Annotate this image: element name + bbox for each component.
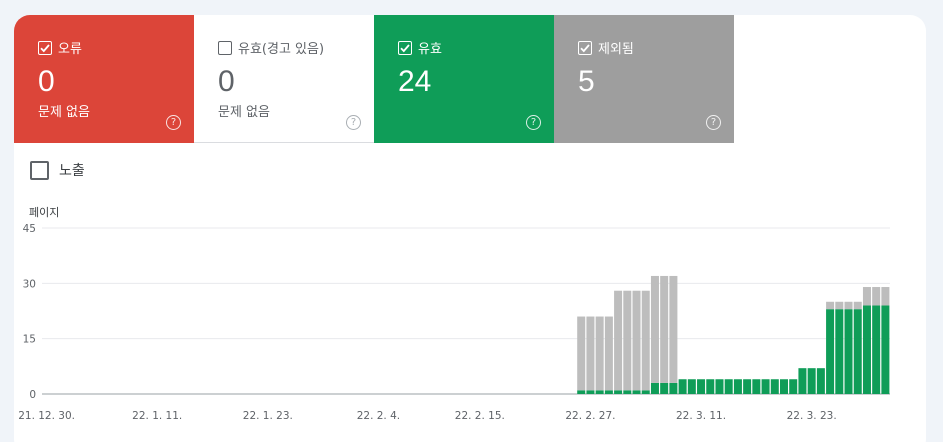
bar-excluded: [835, 301, 844, 310]
y-tick-label: 0: [29, 389, 36, 401]
bar-excluded: [641, 290, 650, 391]
bar-excluded: [632, 290, 641, 391]
bar-excluded: [577, 316, 586, 391]
bar-valid: [623, 390, 632, 394]
bar-valid: [789, 379, 798, 394]
pages-bar-chart: 0 15 30 45 21. 12. 30. 22. 1. 11. 22. 1. 23. 22…: [18, 223, 890, 422]
bar-valid: [835, 309, 844, 394]
bar-valid: [595, 390, 604, 394]
bar-valid: [724, 379, 733, 394]
bar-valid: [577, 390, 586, 394]
bar-excluded: [623, 290, 632, 391]
bar-excluded: [844, 301, 853, 310]
index-coverage-card: 오류 0 문제 없음 ? 유효(경고 있음) 0 문제 없음 ? 유효 24 ?…: [14, 15, 926, 442]
bar-valid: [881, 305, 890, 394]
bar-excluded: [586, 316, 595, 391]
bar-excluded: [881, 287, 890, 306]
bar-excluded: [660, 275, 669, 383]
bar-valid: [614, 390, 623, 394]
bar-valid: [770, 379, 779, 394]
bar-valid: [641, 390, 650, 394]
bar-valid: [816, 368, 825, 394]
bar-valid: [586, 390, 595, 394]
x-tick-label: 22. 2. 27.: [565, 410, 615, 422]
bar-valid: [807, 368, 816, 394]
bar-valid: [650, 382, 659, 394]
bar-excluded: [595, 316, 604, 391]
x-tick-label: 22. 3. 11.: [676, 410, 726, 422]
bar-valid: [715, 379, 724, 394]
bar-valid: [743, 379, 752, 394]
bar-valid: [660, 382, 669, 394]
bar-valid: [862, 305, 871, 394]
bar-excluded: [604, 316, 613, 391]
y-tick-label: 15: [23, 334, 36, 346]
x-tick-label: 22. 3. 23.: [787, 410, 837, 422]
bar-excluded: [614, 290, 623, 391]
x-tick-label: 22. 1. 23.: [243, 410, 293, 422]
x-tick-label: 21. 12. 30.: [18, 410, 75, 422]
bar-excluded: [872, 287, 881, 306]
bar-valid: [706, 379, 715, 394]
bar-excluded: [650, 275, 659, 383]
y-tick-label: 30: [23, 278, 36, 290]
bar-valid: [798, 368, 807, 394]
bar-valid: [779, 379, 789, 394]
x-tick-label: 22. 1. 11.: [132, 410, 182, 422]
bar-valid: [826, 309, 835, 394]
bar-excluded: [669, 275, 678, 383]
bar-excluded: [853, 301, 862, 310]
bar-valid: [632, 390, 641, 394]
bar-valid: [697, 379, 706, 394]
bar-valid: [733, 379, 742, 394]
bar-excluded: [826, 301, 835, 310]
bar-valid: [687, 379, 696, 394]
bar-valid: [853, 309, 862, 394]
bar-valid: [669, 382, 678, 394]
bar-valid: [678, 379, 687, 394]
bar-valid: [752, 379, 761, 394]
bar-valid: [761, 379, 770, 394]
bar-valid: [872, 305, 881, 394]
bar-excluded: [862, 287, 871, 306]
y-tick-label: 45: [23, 223, 36, 235]
x-tick-label: 22. 2. 4.: [357, 410, 400, 422]
bar-valid: [604, 390, 613, 394]
bar-valid: [844, 309, 853, 394]
x-tick-label: 22. 2. 15.: [455, 410, 505, 422]
